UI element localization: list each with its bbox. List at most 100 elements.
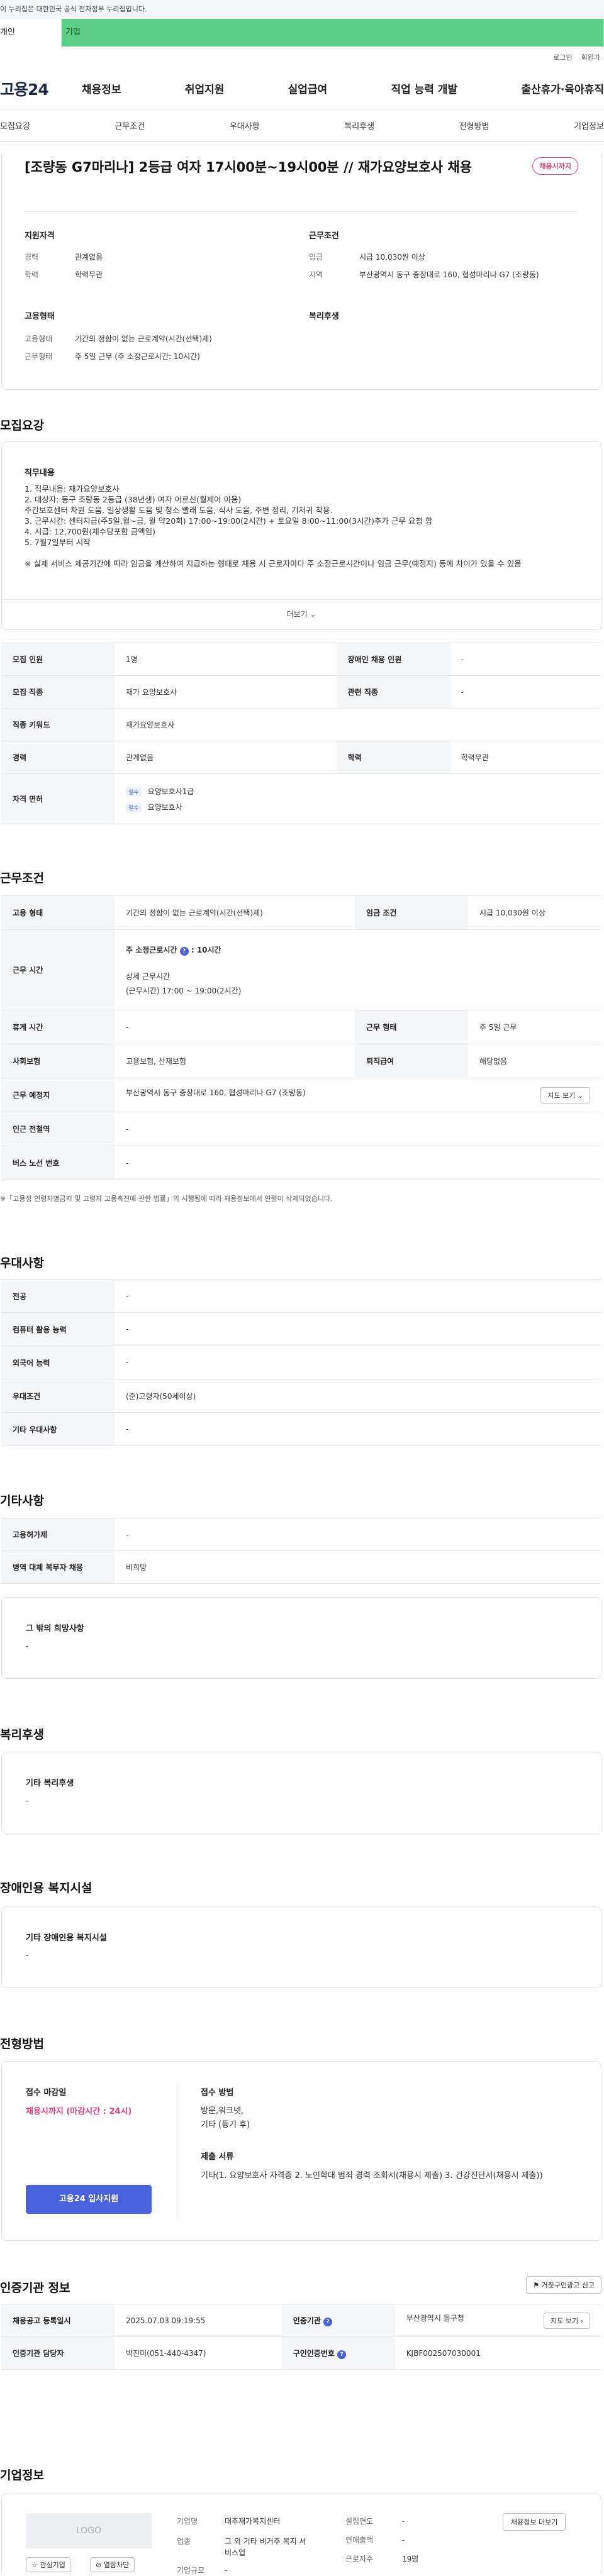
recruit-table: 모집 인원 1명 장애인 채용 인원 - 모집 직종 재가 요양보호사 관련 직… xyxy=(1,643,601,824)
main-menu: 채용정보 취업지원 실업급여 직업 능력 개발 출산휴가·육아휴직 xyxy=(82,80,604,96)
table-row: 전공 - xyxy=(1,1279,601,1313)
report-button[interactable]: ⚑ 거짓구인광고 신고 xyxy=(526,2276,601,2294)
duty-heading: 직무내용 xyxy=(25,468,55,478)
tab-work[interactable]: 근무조건 xyxy=(115,119,145,131)
company-section-title: 기업정보 xyxy=(0,2468,44,2482)
duty-body: 1. 직무내용: 재가요양보호사 2. 대상자: 동구 조량동 2등급 (38년… xyxy=(25,484,522,568)
login-link[interactable]: 로그인 xyxy=(553,52,572,62)
docs-value: 기타(1. 요양보호사 자격증 2. 노인학대 범죄 경력 조회서(채용시 제출… xyxy=(201,2171,543,2181)
star-icon: ☆ xyxy=(31,2561,38,2569)
welfare-heading: 복리후생 xyxy=(309,312,339,321)
duty-card: 직무내용 1. 직무내용: 재가요양보호사 2. 대상자: 동구 조량동 2등급… xyxy=(1,441,601,630)
company-jobs-button[interactable]: 채용정보 더보기 xyxy=(503,2513,566,2531)
tab-business[interactable]: 기업 xyxy=(62,19,604,47)
chevron-down-icon: ⌄ xyxy=(310,610,316,619)
job-summary-card: [조량동 G7마리나] 2등급 여자 17시00분~19시00분 // 재가요양… xyxy=(1,153,601,390)
company-card: LOGO ☆ 관심기업 ⊘ 열람차단 기업명 대추재가복지센터 업종 그 외 기타 … xyxy=(1,2494,601,2575)
welfare-section-title: 복리후생 xyxy=(0,1728,44,1742)
table-row: 경력 관계없음 학력 학력무관 xyxy=(1,741,601,774)
disabled-section-title: 장애인용 복지시설 xyxy=(0,1881,92,1895)
apply-button[interactable]: 고용24 입사지원 xyxy=(26,2185,152,2214)
work-section-title: 근무조건 xyxy=(0,871,44,885)
menu-leave[interactable]: 출산휴가·육아휴직 xyxy=(521,80,604,96)
tab-company[interactable]: 기업정보 xyxy=(574,119,604,131)
tab-personal[interactable]: 개인 xyxy=(0,19,62,47)
site-logo[interactable]: 고용24 xyxy=(0,77,82,100)
process-card: 접수 마감일 채용시까지 (마감시간 : 24시) 고용24 입사지원 접수 방… xyxy=(1,2061,601,2241)
table-row: 근무 예정지 부산광역시 동구 중장대로 160, 협성마리나 G7 (조량동)… xyxy=(1,1078,601,1112)
process-section-title: 전형방법 xyxy=(0,2037,44,2051)
etc-section-title: 기타사항 xyxy=(0,1494,44,1508)
more-button[interactable]: 더보기 ⌄ xyxy=(2,599,601,629)
qual-heading: 지원자격 xyxy=(25,231,55,241)
join-link[interactable]: 회원가 xyxy=(581,52,600,62)
recruit-section-title: 모집요강 xyxy=(0,419,44,433)
table-row: 버스 노선 번호 - xyxy=(1,1146,601,1180)
pref-section-title: 우대사항 xyxy=(0,1256,44,1270)
work-table: 고용 형태 기간의 정함이 없는 근로계약(시간(선택)제) 임금 조건 시급 … xyxy=(1,895,601,1180)
agency-table: 채용공고 등록일시 2025.07.03 09:19:55 인증기관 ? 부산광… xyxy=(1,2304,601,2370)
table-row: 우대조건 (준)고령자(50세이상) xyxy=(1,1379,601,1413)
pref-table: 전공 - 컴퓨터 활용 능력 - 외국어 능력 - 우대조건 (준)고령자(50세이상)… xyxy=(1,1279,601,1446)
info-icon[interactable]: ? xyxy=(323,2317,333,2326)
emp-heading: 고용형태 xyxy=(25,312,55,321)
agency-section-title: 인증기관 정보 xyxy=(0,2281,70,2295)
company-name: 대추재가복지센터 xyxy=(225,2517,281,2526)
tab-welfare[interactable]: 복리후생 xyxy=(344,119,374,131)
menu-jobs[interactable]: 채용정보 xyxy=(82,80,121,96)
user-type-tabs: 개인 기업 xyxy=(0,19,604,47)
work-heading: 근무조건 xyxy=(309,231,339,241)
menu-training[interactable]: 직업 능력 개발 xyxy=(391,80,457,96)
global-nav: 고용24 채용정보 취업지원 실업급여 직업 능력 개발 출산휴가·육아휴직 xyxy=(0,68,604,109)
divider xyxy=(25,211,578,212)
block-button[interactable]: ⊘ 열람차단 xyxy=(90,2557,135,2572)
table-row: 인증기관 담당자 박진미(051-440-4347) 구인인증번호 ? KJBF… xyxy=(1,2336,601,2370)
age-note: ※「고용정 연령차별금지 및 고령자 고용촉진에 관한 법률」의 시행됨에 따라… xyxy=(0,1195,333,1203)
favorite-button[interactable]: ☆ 관심기업 xyxy=(26,2557,71,2572)
qual-career: 경력 관계없음 xyxy=(25,253,103,262)
gov-banner: 이 누리집은 대한민국 공식 전자정부 누리집입니다. xyxy=(0,0,604,19)
table-row: 모집 직종 재가 요양보호사 관련 직종 - xyxy=(1,675,601,709)
menu-unemployment[interactable]: 실업급여 xyxy=(288,80,328,96)
work-wage: 임금 시급 10,030원 이상 xyxy=(309,253,425,262)
emp-form: 근무형태 주 5일 근무 (주 소정근로시간: 10시간) xyxy=(25,352,200,361)
table-row: 인근 전철역 - xyxy=(1,1112,601,1146)
table-row: 채용공고 등록일시 2025.07.03 09:19:55 인증기관 ? 부산광… xyxy=(1,2304,601,2337)
qual-edu: 학력 학력무관 xyxy=(25,270,103,279)
emp-type: 고용형태 기간의 정함이 없는 근로계약(시간(선택)제) xyxy=(25,334,212,343)
table-row: 자격 면허 필수 요양보호사1급 필수 요양보호사 xyxy=(1,773,601,824)
required-tag: 필수 xyxy=(126,802,142,812)
table-row: 병역 대체 복무자 채용 비희망 xyxy=(1,1551,601,1584)
welfare-card: 기타 복리후생 - xyxy=(1,1752,601,1833)
method-value: 방문,워크넷, 기타 (등기 후) xyxy=(201,2106,250,2130)
table-row: 근무 시간 주 소정근로시간 ? : 10시간 상세 근무시간 (근무시간) 1… xyxy=(1,929,601,1010)
table-row: 모집 인원 1명 장애인 채용 인원 - xyxy=(1,643,601,676)
required-tag: 필수 xyxy=(126,787,142,797)
tab-recruit[interactable]: 모집요강 xyxy=(0,119,30,131)
agency-map-button[interactable]: 지도 보기 › xyxy=(544,2312,590,2329)
company-logo: LOGO xyxy=(26,2513,152,2548)
menu-employment-support[interactable]: 취업지원 xyxy=(185,80,225,96)
table-row: 컴퓨터 활용 능력 - xyxy=(1,1312,601,1346)
table-row: 사회보험 고용보험, 산재보험 퇴직급여 해당없음 xyxy=(1,1044,601,1078)
info-icon[interactable]: ? xyxy=(337,2350,347,2359)
job-title: [조량동 G7마리나] 2등급 여자 17시00분~19시00분 // 재가요양… xyxy=(25,160,473,175)
block-icon: ⊘ xyxy=(96,2561,102,2569)
table-row: 기타 우대사항 - xyxy=(1,1412,601,1446)
table-row: 고용 형태 기간의 정함이 없는 근로계약(시간(선택)제) 임금 조건 시급 … xyxy=(1,895,601,930)
tab-process[interactable]: 전형방법 xyxy=(459,119,489,131)
table-row: 고용허가제 - xyxy=(1,1518,601,1551)
disabled-card: 기타 장애인용 복지시설 - xyxy=(1,1906,601,1988)
utility-bar: 로그인 회원가 xyxy=(0,47,604,68)
info-icon[interactable]: ? xyxy=(179,946,189,956)
table-row: 외국어 능력 - xyxy=(1,1346,601,1379)
section-tabs: 모집요강 근무조건 우대사항 복리후생 전형방법 기업정보 xyxy=(0,109,604,142)
etc-table: 고용허가제 - 병역 대체 복무자 채용 비희망 xyxy=(1,1518,601,1584)
map-button[interactable]: 지도 보기 ⌄ xyxy=(540,1086,590,1103)
flag-icon: ⚑ xyxy=(533,2281,540,2289)
table-row: 직종 키워드 재가요양보호사 xyxy=(1,708,601,741)
tab-pref[interactable]: 우대사항 xyxy=(230,119,260,131)
table-row: 휴게 시간 - 근무 형태 주 5일 근무 xyxy=(1,1010,601,1044)
deadline-value: 채용시까지 (마감시간 : 24시) xyxy=(26,2107,132,2116)
hope-card: 그 밖의 희망사항 - xyxy=(1,1597,601,1679)
